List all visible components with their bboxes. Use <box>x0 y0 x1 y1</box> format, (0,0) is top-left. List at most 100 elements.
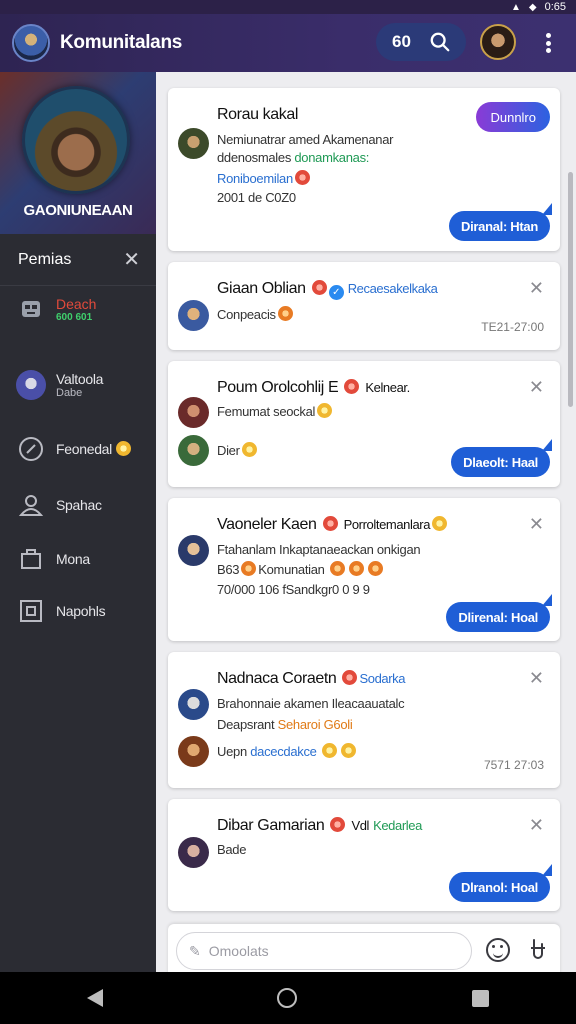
card-text: Conpeacis <box>217 307 276 322</box>
search-icon <box>430 32 450 52</box>
emoji-icon <box>321 743 337 758</box>
sidebar-item-label: Mona <box>56 551 90 567</box>
sidebar-item-spahac[interactable]: Spahac <box>16 490 102 520</box>
card-text: Ftahanlam Inkaptanaeackan onkigan <box>217 542 421 557</box>
feed-card[interactable]: Rorau kakal Nemiunatrar amed Akamenanar … <box>168 88 560 251</box>
verified-icon: ✓ <box>328 285 344 300</box>
more-options-icon[interactable] <box>538 30 558 56</box>
close-icon[interactable]: ✕ <box>529 377 544 398</box>
card-text: Dier <box>217 443 240 458</box>
recent-apps-icon[interactable] <box>471 989 489 1007</box>
message-input-placeholder: Omoolats <box>208 943 269 959</box>
avatar[interactable] <box>178 837 209 868</box>
card-link[interactable]: donamkanas: <box>294 150 369 165</box>
emoji-icon <box>367 561 383 576</box>
sidebar-item-sub: 600 601 <box>56 311 93 323</box>
close-icon[interactable]: ✕ <box>529 278 544 299</box>
card-text: Uepn <box>217 744 247 759</box>
emoji-icon <box>241 442 257 457</box>
card-text: B63 <box>217 562 240 577</box>
card-title: Poum Orolcohlij E <box>217 379 339 396</box>
feed: Rorau kakal Nemiunatrar amed Akamenanar … <box>156 72 576 976</box>
sidebar-item-valtoola[interactable]: Valtoola Dabe <box>16 370 103 400</box>
sidebar-item-label: Spahac <box>56 497 102 513</box>
reply-button[interactable]: Diranal: Htan <box>448 203 553 241</box>
wifi-icon: ◆ <box>528 1 537 13</box>
feed-card[interactable]: Poum Orolcohlij E Kelnear. Femumat seock… <box>168 361 560 487</box>
feed-card[interactable]: Nadnaca Coraetn Sodarka Brahonnaie akame… <box>168 652 560 788</box>
card-link[interactable]: Seharoi G6oli <box>278 717 353 732</box>
avatar[interactable] <box>178 397 209 428</box>
card-text: 70/000 106 fSandkgr0 0 9 9 <box>217 582 370 597</box>
avatar[interactable] <box>178 736 209 767</box>
card-timestamp: TE21-27:00 <box>481 320 544 334</box>
emoji-icon <box>340 743 356 758</box>
emoji-icon <box>115 441 131 456</box>
signal-icon: ▲ <box>510 1 521 13</box>
emoji-icon <box>432 516 448 531</box>
sidebar: GAONIUNEAAN Pemias ✕ Deach 600 601 Valto… <box>0 72 156 972</box>
briefcase-icon <box>16 544 46 574</box>
message-input[interactable]: ✎ Omoolats <box>176 932 472 970</box>
status-bar: ▲ ◆ 0:65 <box>0 0 576 14</box>
card-title: Vaoneler Kaen <box>217 516 317 533</box>
close-icon[interactable]: ✕ <box>123 247 140 272</box>
sidebar-item-mona[interactable]: Mona <box>16 544 90 574</box>
emoji-icon <box>344 379 360 394</box>
reply-button[interactable]: Dlaeolt: Haal <box>451 439 552 477</box>
card-tag[interactable]: Recaesakelkaka <box>348 281 438 296</box>
attach-icon[interactable] <box>526 936 550 964</box>
card-link[interactable]: Roniboemilan <box>217 171 293 186</box>
app-title: Komunitalans <box>60 32 183 53</box>
avatar[interactable] <box>178 435 209 466</box>
app-logo-avatar[interactable] <box>12 24 50 62</box>
search-count: 60 <box>392 32 411 51</box>
emoji-icon[interactable] <box>486 938 510 962</box>
emoji-icon <box>329 561 345 576</box>
home-icon[interactable] <box>277 988 298 1008</box>
scrollbar[interactable] <box>568 172 573 407</box>
card-text: Femumat seockal <box>217 404 316 419</box>
back-icon[interactable] <box>87 989 104 1007</box>
card-text: Bade <box>217 842 247 857</box>
card-text: Nemiunatrar amed Akamenanar <box>217 132 394 147</box>
card-tag: Porroltemanlara <box>343 517 431 532</box>
hero-name: GAONIUNEAAN <box>23 202 133 219</box>
feed-card[interactable]: Vaoneler Kaen Porroltemanlara Ftahanlam … <box>168 498 560 641</box>
sidebar-item-label: Deach <box>56 295 97 312</box>
feed-card[interactable]: Giaan Oblian ✓ Recaesakelkaka Conpeacis … <box>168 262 560 350</box>
status-badge[interactable]: Dunnlro <box>476 102 550 132</box>
close-icon[interactable]: ✕ <box>529 668 544 689</box>
card-text: Brahonnaie akamen Ileacaauatalc <box>217 696 405 711</box>
user-icon <box>16 490 46 520</box>
reply-button[interactable]: Dlranol: Hoal <box>449 864 552 902</box>
card-title: Rorau kakal <box>217 106 298 123</box>
card-title: Dibar Gamarian <box>217 817 325 834</box>
card-tag[interactable]: Sodarka <box>359 671 405 686</box>
emoji-icon <box>342 670 358 685</box>
card-text: Deapsrant <box>217 717 275 732</box>
emoji-icon <box>241 561 257 576</box>
close-icon[interactable]: ✕ <box>529 514 544 535</box>
card-text: ddenosmales <box>217 150 292 165</box>
card-link[interactable]: Kedarlea <box>373 818 422 833</box>
sidebar-item-napohls[interactable]: Napohls <box>16 596 106 626</box>
sidebar-item-feonedal[interactable]: Feonedal <box>16 434 133 464</box>
close-icon[interactable]: ✕ <box>529 815 544 836</box>
avatar[interactable] <box>178 689 209 720</box>
robot-icon <box>16 294 46 324</box>
reply-button[interactable]: Dlirenal: Hoal <box>446 594 552 632</box>
feed-card[interactable]: Dibar Gamarian Vdl Kedarlea Bade ✕ Dlran… <box>168 799 560 911</box>
status-time: 0:65 <box>544 1 566 13</box>
card-tag: Vdl <box>351 818 370 833</box>
sidebar-item-deach[interactable]: Deach 600 601 <box>16 294 96 324</box>
hero-portrait[interactable] <box>22 86 130 194</box>
avatar[interactable] <box>178 128 209 159</box>
avatar[interactable] <box>178 300 209 331</box>
card-link[interactable]: dacecdakce <box>250 744 317 759</box>
search-button[interactable]: 60 <box>376 23 466 61</box>
card-text: Komunatian <box>258 562 325 577</box>
sidebar-item-sub: Dabe <box>56 387 83 399</box>
profile-avatar[interactable] <box>480 24 516 60</box>
avatar[interactable] <box>178 535 209 566</box>
